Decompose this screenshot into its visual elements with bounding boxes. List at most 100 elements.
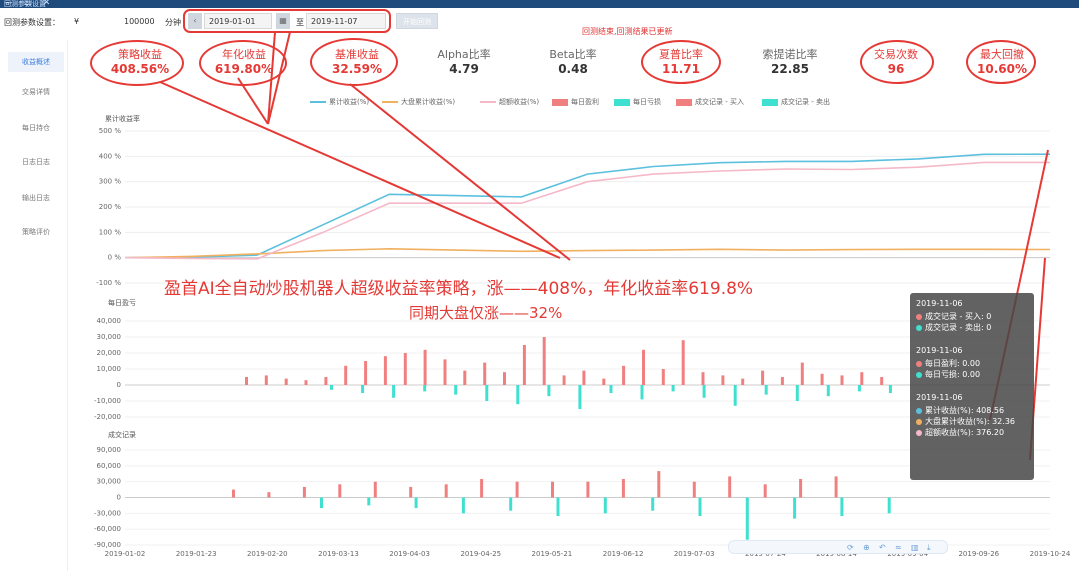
- buy-bar: [444, 484, 448, 498]
- buy-bar: [515, 481, 519, 498]
- loss-bar: [826, 385, 830, 397]
- buy-bar: [232, 489, 235, 498]
- buy-bar: [409, 486, 413, 498]
- bar-chart-icon[interactable]: ▥: [911, 543, 919, 552]
- y-tick-label: 30,000: [97, 478, 122, 486]
- profit-bar: [741, 378, 745, 385]
- line-chart-icon[interactable]: ≈: [895, 543, 902, 552]
- loss-bar: [671, 385, 675, 392]
- annotation-subline: 同期大盘仅涨——32%: [409, 304, 563, 322]
- x-tick-label: 2019-03-13: [318, 550, 359, 558]
- loss-bar: [361, 385, 365, 393]
- sell-bar: [840, 497, 844, 516]
- annotation-headline: 盈首AI全自动炒股机器人超级收益率策略，涨——408%，年化收益率619.8%: [164, 279, 754, 299]
- x-tick-label: 2019-09-26: [958, 550, 999, 558]
- profit-bar: [542, 337, 546, 385]
- profit-bar: [364, 361, 368, 385]
- y-tick-label: 90,000: [97, 446, 122, 454]
- loss-bar: [733, 385, 737, 406]
- profit-bar: [820, 373, 824, 385]
- profit-bar: [383, 356, 387, 385]
- profit-bar: [681, 340, 685, 385]
- zoom-in-icon[interactable]: ⊕: [863, 543, 870, 552]
- annotation-arrow: [159, 81, 561, 259]
- tooltip-row: 成交记录 - 卖出: 0: [916, 322, 1028, 333]
- tooltip-row: 成交记录 - 买入: 0: [916, 311, 1028, 322]
- buy-bar: [480, 479, 484, 498]
- series-line: [124, 161, 1050, 260]
- y-tick-label: 0: [117, 494, 121, 502]
- chart-tooltip: 2019-11-06 成交记录 - 买入: 0 成交记录 - 卖出: 0 201…: [910, 293, 1034, 480]
- buy-bar: [373, 481, 377, 498]
- x-tick-label: 2019-04-03: [389, 550, 430, 558]
- loss-bar: [764, 385, 768, 395]
- profit-bar: [264, 375, 268, 385]
- profit-bar: [522, 345, 526, 385]
- sell-bar: [556, 497, 560, 516]
- buy-bar: [621, 479, 625, 498]
- y-tick-label: 30,000: [97, 333, 122, 341]
- loss-bar: [454, 385, 458, 395]
- y-tick-label: 500 %: [99, 127, 122, 135]
- x-tick-label: 2019-02-20: [247, 550, 288, 558]
- y-tick-label: 40,000: [97, 317, 122, 325]
- profit-bar: [503, 372, 506, 385]
- sell-bar: [793, 497, 797, 519]
- zoom-reset-icon[interactable]: ↶: [879, 543, 886, 552]
- buy-bar: [657, 471, 661, 498]
- chart-toolbox: ⟳ ⊕ ↶ ≈ ▥ ⤓: [728, 540, 948, 554]
- buy-bar: [799, 479, 803, 498]
- tooltip-row: 每日亏损: 0.00: [916, 369, 1028, 380]
- profit-bar: [721, 375, 725, 385]
- profit-bar: [403, 353, 407, 385]
- loss-bar: [485, 385, 489, 401]
- profit-bar: [661, 369, 665, 385]
- tooltip-row: 累计收益(%): 408.56: [916, 405, 1028, 416]
- y-tick-label: 20,000: [97, 349, 122, 357]
- tooltip-row: 大盘累计收益(%): 32.36: [916, 416, 1028, 427]
- loss-bar: [578, 385, 582, 409]
- profit-bar: [443, 359, 447, 385]
- y-tick-label: 300 %: [99, 178, 122, 186]
- x-tick-label: 2019-07-03: [674, 550, 715, 558]
- loss-bar: [330, 385, 333, 390]
- tooltip-date: 2019-11-06: [916, 393, 963, 402]
- profit-bar: [860, 372, 864, 385]
- profit-bar: [304, 380, 308, 385]
- x-tick-label: 2019-01-23: [176, 550, 217, 558]
- loss-bar: [640, 385, 644, 400]
- y-tick-label: -10,000: [94, 397, 121, 405]
- buy-bar: [763, 484, 767, 498]
- profit-bar: [483, 362, 487, 385]
- y-tick-label: -30,000: [94, 509, 121, 517]
- profit-bar: [800, 362, 804, 385]
- x-tick-label: 2019-10-24: [1030, 550, 1071, 558]
- y-tick-label: -90,000: [94, 541, 121, 549]
- profit-bar: [701, 372, 705, 385]
- y-tick-label: -60,000: [94, 525, 121, 533]
- profit-bar: [344, 365, 348, 385]
- tooltip-row: 每日盈利: 0.00: [916, 358, 1028, 369]
- date-range-highlight: [183, 9, 391, 33]
- loss-bar: [547, 385, 551, 397]
- sell-bar: [509, 497, 513, 511]
- profit-bar: [284, 378, 288, 385]
- y-tick-label: 10,000: [97, 365, 122, 373]
- loss-bar: [392, 385, 396, 398]
- refresh-icon[interactable]: ⟳: [847, 543, 854, 552]
- y-tick-label: -20,000: [94, 413, 121, 421]
- sell-bar: [745, 497, 749, 540]
- tooltip-date: 2019-11-06: [916, 346, 963, 355]
- sell-bar: [603, 497, 607, 514]
- loss-bar: [857, 385, 861, 392]
- sell-bar: [367, 497, 371, 506]
- buy-bar: [586, 481, 590, 498]
- download-icon[interactable]: ⤓: [927, 543, 931, 553]
- loss-bar: [795, 385, 799, 401]
- y-tick-label: 0: [117, 381, 121, 389]
- profit-bar: [423, 349, 427, 385]
- sell-bar: [887, 497, 891, 514]
- sell-bar: [651, 497, 655, 511]
- profit-bar: [582, 370, 586, 385]
- loss-bar: [516, 385, 520, 405]
